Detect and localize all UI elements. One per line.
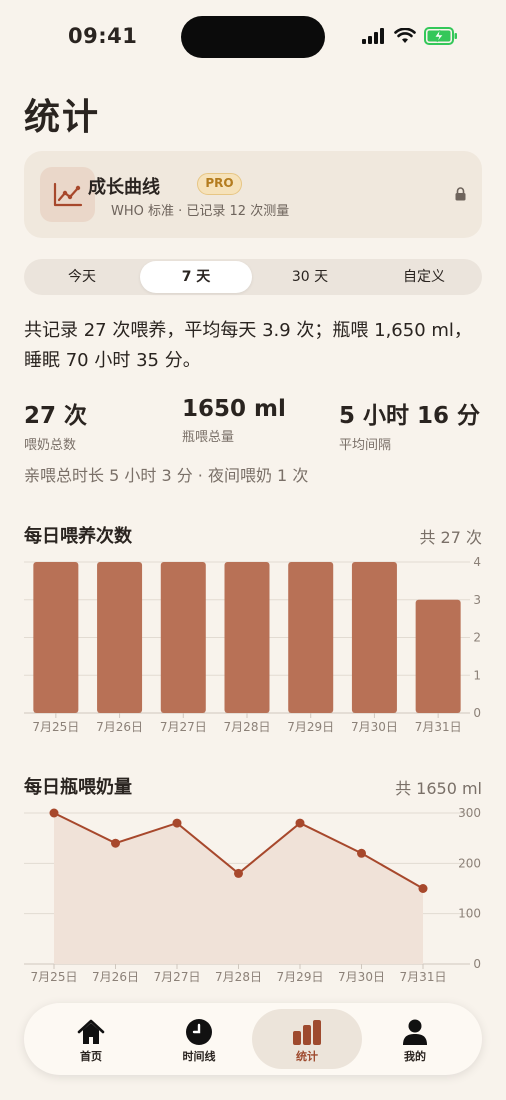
data-point xyxy=(234,868,243,878)
x-tick-label: 7月29日 xyxy=(287,720,334,734)
bar xyxy=(224,562,270,713)
tab-profile[interactable]: 我的 xyxy=(360,1009,470,1069)
x-tick-label: 7月29日 xyxy=(277,970,324,984)
status-time: 09:41 xyxy=(68,24,138,48)
status-icons xyxy=(362,27,458,45)
summary-line-1: 共记录 27 次喂养，平均每天 3.9 次；瓶喂 1,650 ml， xyxy=(24,320,472,341)
bar xyxy=(33,562,79,713)
growth-curve-title: 成长曲线 xyxy=(88,177,160,198)
data-point xyxy=(418,884,428,893)
cellular-signal-icon xyxy=(362,28,384,44)
lock-icon xyxy=(455,187,466,201)
data-point xyxy=(295,818,305,828)
y-tick-label: 0 xyxy=(473,957,481,971)
stat-label: 瓶喂总量 xyxy=(182,430,235,445)
tab-bar: 首页 时间线 统计 我的 xyxy=(24,1003,482,1075)
area-fill xyxy=(54,813,423,964)
stat-bottle-volume: 1650 ml 瓶喂总量 xyxy=(182,396,286,445)
x-tick-label: 7月28日 xyxy=(215,970,262,984)
stat-label: 喂奶总数 xyxy=(24,438,77,453)
tab-label: 首页 xyxy=(80,1050,102,1063)
x-tick-label: 7月28日 xyxy=(224,720,271,734)
y-tick-label: 0 xyxy=(473,706,481,720)
y-tick-label: 3 xyxy=(473,593,481,607)
range-custom[interactable]: 自定义 xyxy=(368,261,480,293)
y-tick-label: 4 xyxy=(473,555,481,569)
x-tick-label: 7月30日 xyxy=(338,970,385,984)
y-tick-label: 100 xyxy=(458,907,481,921)
stat-value: 1650 ml xyxy=(182,396,286,422)
clock-icon xyxy=(186,1019,212,1045)
stat-feed-count: 27 次 喂奶总数 xyxy=(24,396,87,453)
chart-title-bottle: 每日瓶喂奶量 xyxy=(24,777,132,798)
growth-curve-subtitle: WHO 标准 · 已记录 12 次测量 xyxy=(111,204,290,219)
chart-total-bottle: 共 1650 ml xyxy=(395,779,482,798)
bar xyxy=(351,562,397,713)
growth-curve-icon xyxy=(40,167,95,222)
tab-label: 时间线 xyxy=(182,1050,216,1063)
tab-label: 统计 xyxy=(296,1050,318,1063)
bar xyxy=(160,562,206,713)
extra-stats: 亲喂总时长 5 小时 3 分 · 夜间喂奶 1 次 xyxy=(24,466,309,485)
range-30-days[interactable]: 30 天 xyxy=(254,261,366,293)
x-tick-label: 7月25日 xyxy=(32,720,79,734)
stat-avg-interval: 5 小时 16 分 平均间隔 xyxy=(339,396,480,453)
y-tick-label: 1 xyxy=(473,668,481,682)
x-tick-label: 7月25日 xyxy=(31,970,78,984)
tab-label: 我的 xyxy=(404,1050,426,1063)
person-icon xyxy=(403,1019,427,1045)
data-point xyxy=(111,838,120,848)
y-tick-label: 300 xyxy=(458,806,481,820)
x-tick-label: 7月26日 xyxy=(96,720,143,734)
tab-home[interactable]: 首页 xyxy=(36,1009,146,1069)
tab-timeline[interactable]: 时间线 xyxy=(144,1009,254,1069)
data-point xyxy=(172,818,182,828)
bar xyxy=(415,599,461,713)
battery-charging-icon xyxy=(424,27,457,45)
dynamic-island xyxy=(181,16,325,58)
pro-badge: PRO xyxy=(197,173,242,195)
wifi-icon xyxy=(394,28,416,43)
summary-line-2: 睡眠 70 小时 35 分。 xyxy=(24,350,201,371)
home-icon xyxy=(77,1019,105,1044)
range-7-days[interactable]: 7 天 xyxy=(140,261,252,293)
x-tick-label: 7月26日 xyxy=(92,970,139,984)
stat-value: 27 次 xyxy=(24,403,88,429)
x-tick-label: 7月27日 xyxy=(154,970,201,984)
bar xyxy=(97,562,143,713)
y-tick-label: 200 xyxy=(458,856,481,870)
bar-chart-icon xyxy=(293,1020,321,1045)
status-bar: 09:41 xyxy=(0,0,506,76)
bottle-volume-area-chart: 0 100 200 300 7月25日 7月26日 7月27日 7月28日 7月29日 7月30日… xyxy=(24,806,481,984)
chart-total-feedings: 共 27 次 xyxy=(419,528,482,547)
x-tick-label: 7月31日 xyxy=(400,970,447,984)
x-tick-label: 7月31日 xyxy=(415,720,462,734)
summary-text: 共记录 27 次喂养，平均每天 3.9 次；瓶喂 1,650 ml， 睡眠 70… xyxy=(24,316,482,376)
x-tick-label: 7月27日 xyxy=(160,720,207,734)
feedings-bar-chart: 0 1 2 3 4 7月25日 7月26日 7月27日 7月28日 7月29日 7月30日 7月31日 xyxy=(24,555,481,734)
date-range-selector: 今天 7 天 30 天 自定义 xyxy=(24,259,482,295)
y-tick-label: 2 xyxy=(473,631,481,645)
data-point xyxy=(357,848,366,858)
stat-label: 平均间隔 xyxy=(339,438,392,453)
x-tick-label: 7月30日 xyxy=(351,720,398,734)
data-point xyxy=(49,808,59,818)
tab-stats[interactable]: 统计 xyxy=(252,1009,362,1069)
stat-value: 5 小时 16 分 xyxy=(339,403,481,429)
page-title: 统计 xyxy=(24,97,101,138)
range-today[interactable]: 今天 xyxy=(26,261,138,293)
bar xyxy=(288,562,334,713)
chart-title-feedings: 每日喂养次数 xyxy=(24,526,132,547)
